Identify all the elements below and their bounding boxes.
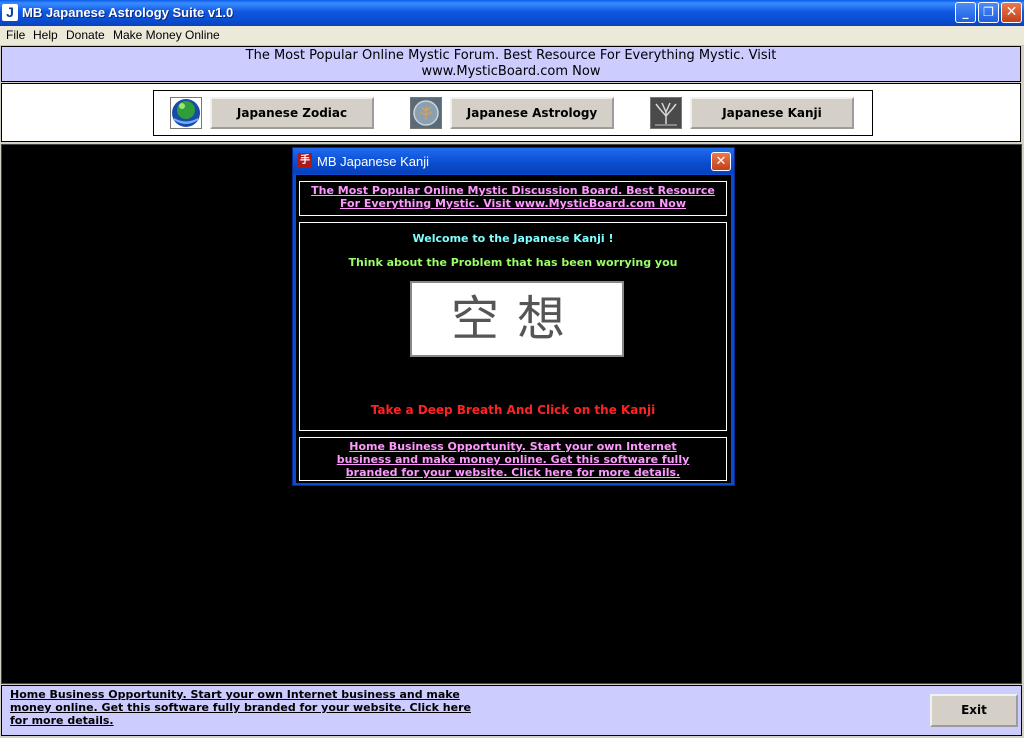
title-bar[interactable]: J MB Japanese Astrology Suite v1.0 _ ❐ ✕ — [0, 0, 1024, 26]
think-text: Think about the Problem that has been wo… — [348, 256, 678, 269]
menu-donate[interactable]: Donate — [66, 28, 105, 42]
nav-area: Japanese Zodiac Japanese Astrology Japan… — [1, 83, 1021, 142]
kanji-image[interactable]: 空想 — [410, 281, 624, 357]
child-top-ad-link[interactable]: The Most Popular Online Mystic Discussio… — [306, 184, 720, 210]
window-title: MB Japanese Astrology Suite v1.0 — [22, 5, 234, 20]
nav-toolbar: Japanese Zodiac Japanese Astrology Japan… — [153, 90, 873, 136]
top-banner-text: The Most Popular Online Mystic Forum. Be… — [245, 48, 777, 79]
bottom-bar: Home Business Opportunity. Start your ow… — [1, 685, 1022, 736]
top-banner-link[interactable]: The Most Popular Online Mystic Forum. Be… — [1, 46, 1021, 82]
kanji-panel: Welcome to the Japanese Kanji ! Think ab… — [299, 222, 727, 431]
child-title-bar[interactable]: 手 MB Japanese Kanji ✕ — [293, 148, 734, 174]
instruction-text: Take a Deep Breath And Click on the Kanj… — [370, 403, 656, 417]
exit-button[interactable]: Exit — [930, 694, 1018, 727]
kanji-app-icon: 手 — [298, 153, 312, 168]
child-close-button[interactable]: ✕ — [711, 152, 731, 171]
minimize-button[interactable]: _ — [955, 2, 976, 23]
tree-circle-icon[interactable] — [410, 97, 442, 129]
maximize-button[interactable]: ❐ — [978, 2, 999, 23]
menu-file[interactable]: File — [6, 28, 25, 42]
japanese-kanji-button[interactable]: Japanese Kanji — [690, 97, 854, 129]
kanji-child-window: 手 MB Japanese Kanji ✕ The Most Popular O… — [292, 147, 735, 486]
menu-help[interactable]: Help — [33, 28, 58, 42]
japanese-astrology-button[interactable]: Japanese Astrology — [450, 97, 614, 129]
bare-tree-icon[interactable] — [650, 97, 682, 129]
menu-bar: File Help Donate Make Money Online — [0, 26, 1024, 46]
menu-make-money-online[interactable]: Make Money Online — [113, 28, 220, 42]
globe-icon[interactable] — [170, 97, 202, 129]
app-icon: J — [2, 4, 18, 21]
close-button[interactable]: ✕ — [1001, 2, 1022, 23]
child-bottom-ad-link[interactable]: Home Business Opportunity. Start your ow… — [326, 440, 700, 479]
bottom-ad-link[interactable]: Home Business Opportunity. Start your ow… — [10, 688, 480, 727]
child-top-ad-panel: The Most Popular Online Mystic Discussio… — [299, 181, 727, 216]
japanese-zodiac-button[interactable]: Japanese Zodiac — [210, 97, 374, 129]
welcome-text: Welcome to the Japanese Kanji ! — [412, 232, 614, 245]
child-bottom-ad-panel: Home Business Opportunity. Start your ow… — [299, 437, 727, 481]
child-body: The Most Popular Online Mystic Discussio… — [296, 175, 731, 483]
child-window-title: MB Japanese Kanji — [317, 154, 430, 169]
